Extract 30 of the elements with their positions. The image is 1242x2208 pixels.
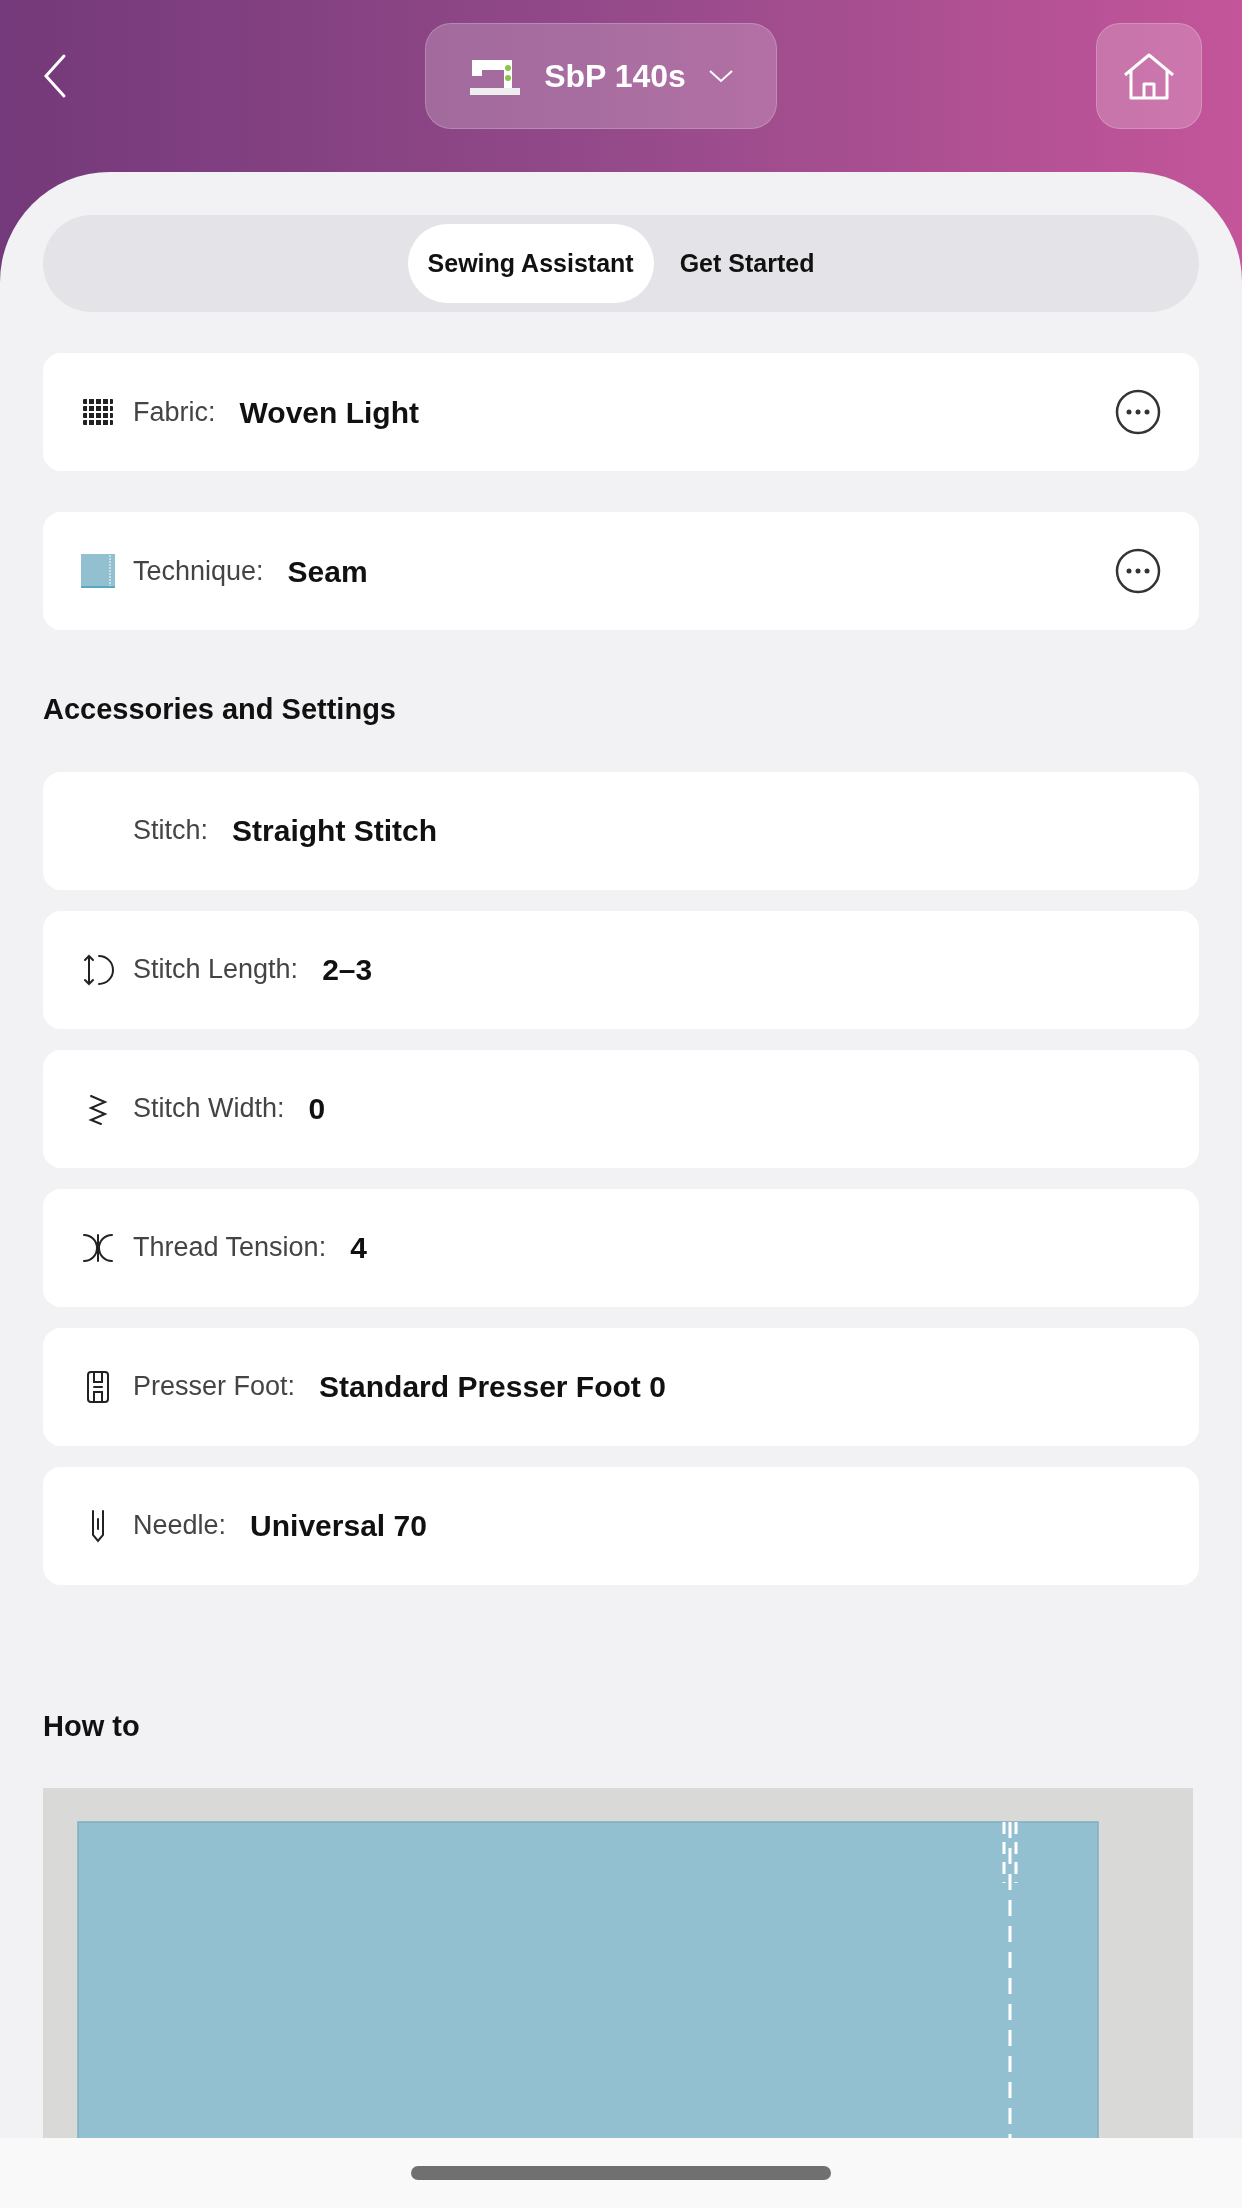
home-button[interactable] bbox=[1096, 23, 1202, 129]
setting-label: Stitch Width: bbox=[133, 1092, 285, 1126]
setting-label: Thread Tension: bbox=[133, 1231, 327, 1265]
setting-label: Needle: bbox=[133, 1509, 227, 1543]
setting-value: Standard Presser Foot 0 bbox=[319, 1369, 666, 1405]
setting-value: 4 bbox=[350, 1230, 367, 1266]
setting-card[interactable]: Technique: Seam bbox=[43, 512, 1199, 630]
chevron-down-icon bbox=[707, 68, 734, 84]
setting-card[interactable]: Fabric: Woven Light bbox=[43, 353, 1199, 471]
fabric-swatch-icon bbox=[81, 554, 115, 588]
section-title: Accessories and Settings bbox=[43, 692, 397, 727]
stitch-length-icon bbox=[81, 952, 115, 987]
setting-value: Universal 70 bbox=[250, 1508, 427, 1544]
setting-label: Presser Foot: bbox=[133, 1370, 296, 1404]
tab[interactable]: Sewing Assistant bbox=[407, 224, 654, 303]
setting-label: Stitch Length: bbox=[133, 953, 299, 987]
setting-value: Seam bbox=[287, 553, 368, 590]
setting-label: Technique: bbox=[133, 554, 264, 588]
tab[interactable]: Get Started bbox=[659, 224, 835, 303]
setting-value: 0 bbox=[308, 1091, 326, 1127]
setting-label: Fabric: bbox=[133, 395, 216, 429]
device-selector[interactable]: SbP 140s bbox=[425, 23, 777, 129]
setting-value: Straight Stitch bbox=[232, 813, 438, 849]
section-title: How to bbox=[43, 1708, 141, 1744]
setting-label: Stitch: bbox=[133, 814, 209, 848]
more-icon[interactable] bbox=[1115, 389, 1161, 435]
setting-value: Woven Light bbox=[239, 394, 419, 431]
more-icon[interactable] bbox=[1115, 548, 1161, 594]
home-icon bbox=[1121, 51, 1177, 101]
setting-value: 2–3 bbox=[322, 952, 373, 988]
